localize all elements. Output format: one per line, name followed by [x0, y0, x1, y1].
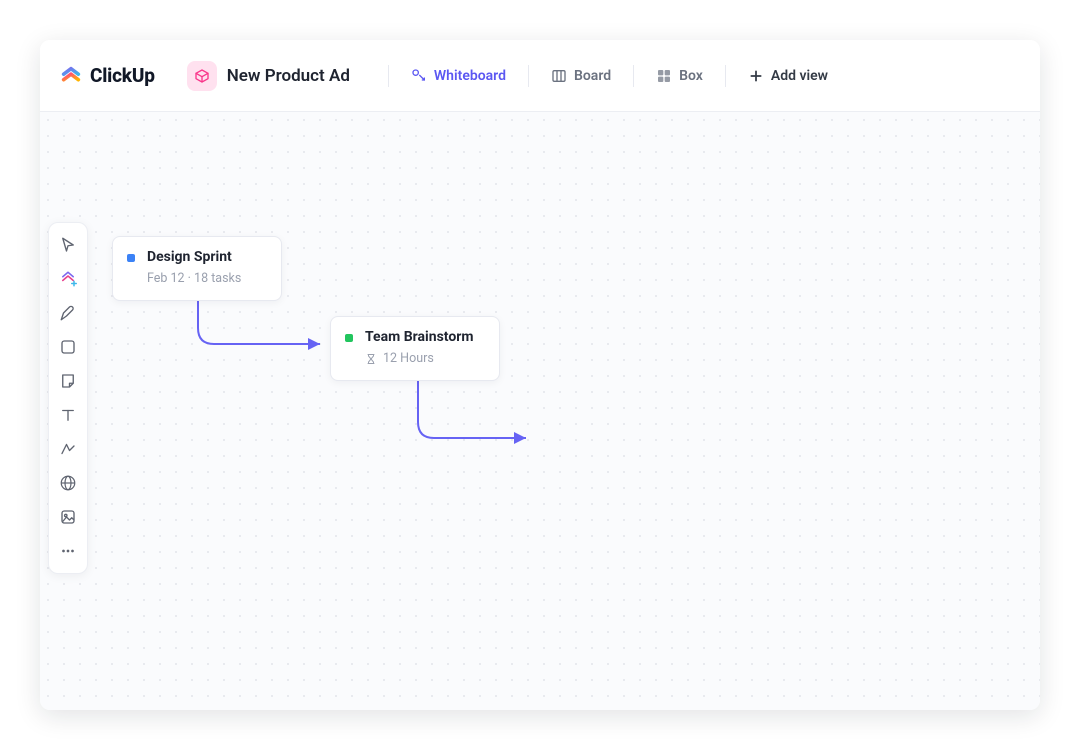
card-meta: 12 Hours [365, 351, 474, 366]
hourglass-icon [365, 353, 377, 365]
tool-image[interactable] [52, 501, 84, 533]
app-frame: ClickUp New Product Ad Whiteboard [40, 40, 1040, 710]
card-color-dot [127, 254, 135, 262]
tab-label: Whiteboard [434, 68, 506, 84]
header: ClickUp New Product Ad Whiteboard [40, 40, 1040, 112]
space-name: New Product Ad [227, 66, 350, 86]
tab-label: Board [574, 68, 611, 84]
divider [388, 65, 389, 87]
divider [633, 65, 634, 87]
space-icon [187, 61, 217, 91]
card-meta: Feb 12 · 18 tasks [147, 271, 241, 286]
divider [725, 65, 726, 87]
tool-pen[interactable] [52, 297, 84, 329]
divider [528, 65, 529, 87]
tool-connector[interactable] [52, 433, 84, 465]
logo-icon [60, 65, 82, 87]
brand-name: ClickUp [90, 64, 155, 87]
tool-shape[interactable] [52, 331, 84, 363]
tool-web[interactable] [52, 467, 84, 499]
tool-click-item[interactable] [52, 263, 84, 295]
board-icon [551, 68, 567, 84]
whiteboard-canvas[interactable]: Design Sprint Feb 12 · 18 tasks Team Bra… [40, 112, 1040, 710]
plus-icon [748, 68, 764, 84]
tab-whiteboard[interactable]: Whiteboard [401, 60, 516, 92]
space-title[interactable]: New Product Ad [187, 61, 350, 91]
whiteboard-icon [411, 68, 427, 84]
tool-more[interactable] [52, 535, 84, 567]
brand[interactable]: ClickUp [60, 64, 155, 87]
box-icon [656, 68, 672, 84]
card-meta-text: 12 Hours [383, 351, 434, 366]
add-view-label: Add view [771, 68, 828, 84]
add-view-button[interactable]: Add view [738, 60, 838, 92]
card-design-sprint[interactable]: Design Sprint Feb 12 · 18 tasks [112, 236, 282, 301]
tool-select[interactable] [52, 229, 84, 261]
card-title: Design Sprint [147, 249, 241, 265]
card-team-brainstorm[interactable]: Team Brainstorm 12 Hours [330, 316, 500, 381]
tab-box[interactable]: Box [646, 60, 713, 92]
toolbox [48, 222, 88, 574]
tool-sticky[interactable] [52, 365, 84, 397]
card-title: Team Brainstorm [365, 329, 474, 345]
view-tabs: Whiteboard Board Box Add v [380, 60, 838, 92]
tab-label: Box [679, 68, 703, 84]
tab-board[interactable]: Board [541, 60, 621, 92]
card-color-dot [345, 334, 353, 342]
nodes-layer: Design Sprint Feb 12 · 18 tasks Team Bra… [40, 112, 1040, 710]
tool-text[interactable] [52, 399, 84, 431]
